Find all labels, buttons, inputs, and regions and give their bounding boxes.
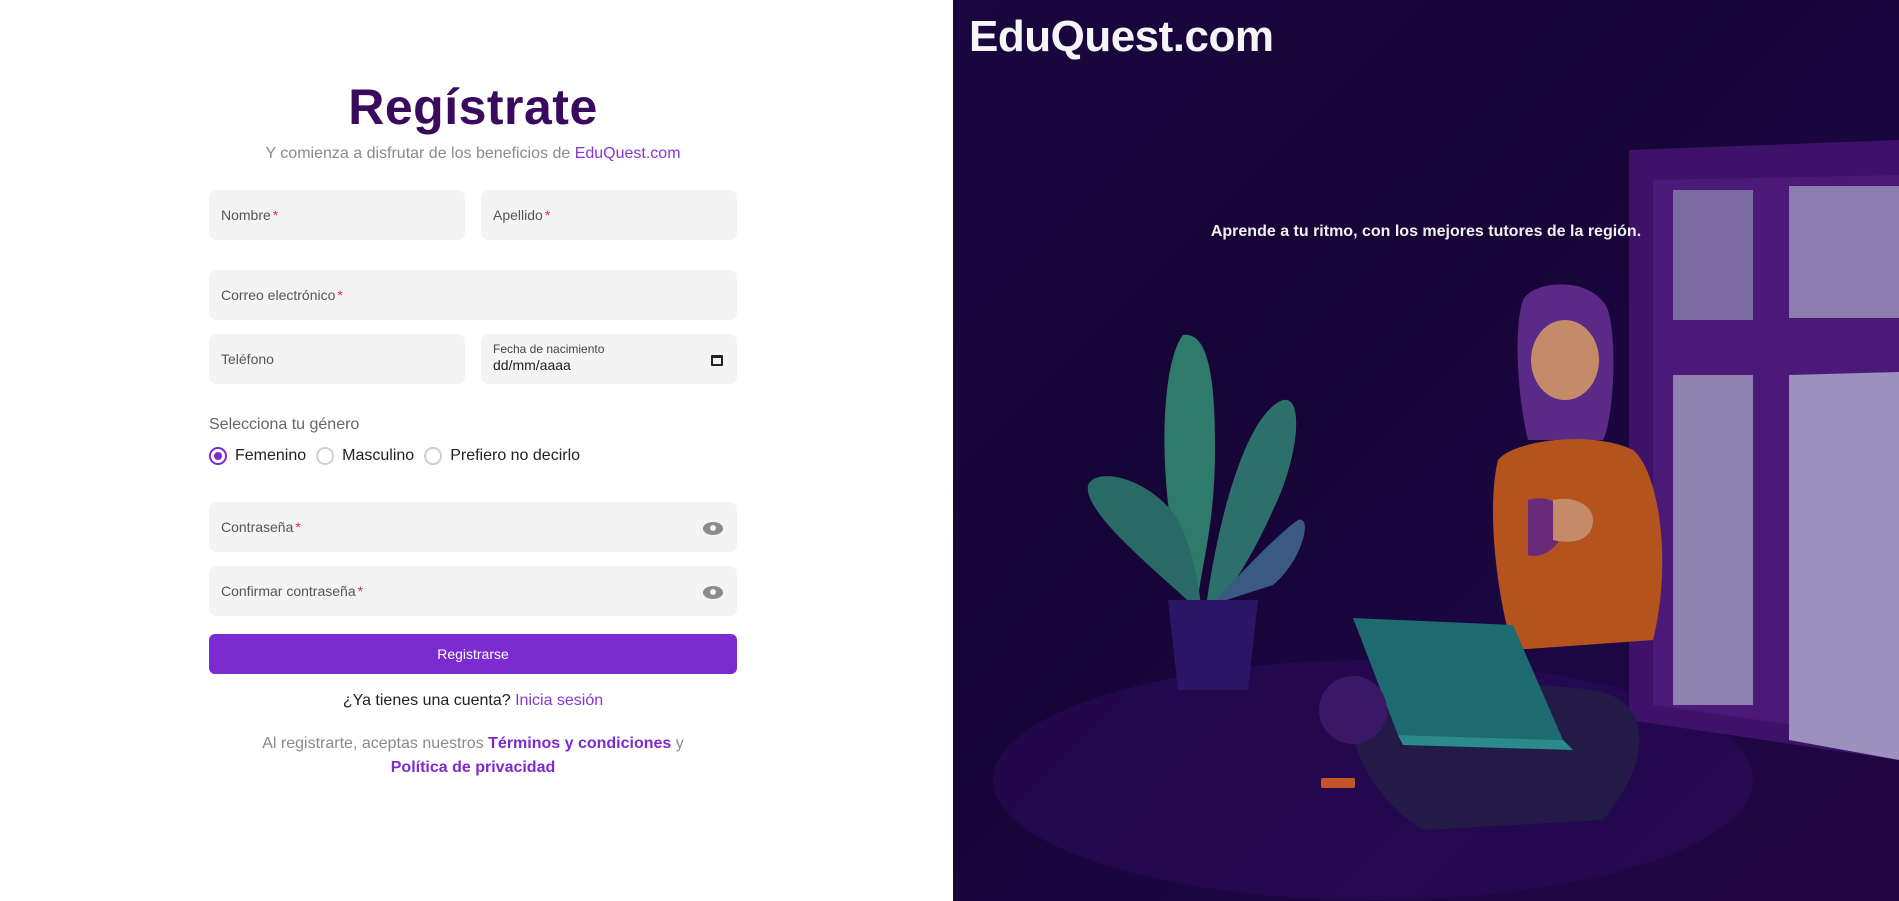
- password-label: Contraseña *: [221, 519, 301, 535]
- page-title: Regístrate: [348, 79, 598, 135]
- radio-femenino[interactable]: [209, 447, 227, 465]
- login-prompt-text: ¿Ya tienes una cuenta?: [342, 692, 511, 709]
- last-name-field[interactable]: Apellido *: [481, 190, 737, 240]
- terms-link[interactable]: Términos y condiciones: [488, 735, 671, 752]
- hero-illustration: [993, 140, 1899, 900]
- phone-label: Teléfono: [221, 351, 274, 367]
- birthdate-label: Fecha de nacimiento: [493, 342, 605, 356]
- eye-icon[interactable]: [703, 586, 723, 599]
- login-link[interactable]: Inicia sesión: [515, 692, 603, 709]
- floor-object: [1321, 778, 1355, 788]
- radio-prefiero[interactable]: [424, 447, 443, 465]
- gender-options: Femenino Masculino Prefiero no decirlo: [209, 447, 590, 465]
- birthdate-value: dd/mm/aaaa: [493, 357, 571, 373]
- registration-panel: Regístrate Y comienza a disfrutar de los…: [0, 0, 953, 901]
- radio-label-femenino[interactable]: Femenino: [235, 447, 306, 465]
- radio-masculino[interactable]: [316, 447, 335, 465]
- terms-prefix: Al registrarte, aceptas nuestros: [262, 735, 484, 752]
- login-prompt: ¿Ya tienes una cuenta? Inicia sesión: [0, 692, 946, 710]
- last-name-label: Apellido *: [493, 207, 551, 223]
- hero-tagline: Aprende a tu ritmo, con los mejores tuto…: [1210, 223, 1642, 240]
- password-field[interactable]: Contraseña *: [209, 502, 737, 552]
- terms-join: y: [675, 735, 684, 752]
- subtitle-brand: EduQuest.com: [574, 145, 681, 162]
- person-illustration: [1319, 284, 1663, 830]
- radio-label-masculino[interactable]: Masculino: [342, 447, 414, 465]
- radio-label-prefiero[interactable]: Prefiero no decirlo: [450, 447, 580, 465]
- gender-question: Selecciona tu género: [209, 416, 360, 433]
- hero-panel: EduQuest.com Aprende a tu ritmo, con los…: [953, 0, 1899, 901]
- email-label: Correo electrónico *: [221, 287, 343, 303]
- subtitle-text: Y comienza a disfrutar de los beneficios…: [265, 145, 571, 162]
- page-subtitle: Y comienza a disfrutar de los beneficios…: [0, 145, 946, 163]
- confirm-password-field[interactable]: Confirmar contraseña *: [209, 566, 737, 616]
- brand-logo: EduQuest.com: [969, 12, 1274, 61]
- birthdate-field[interactable]: Fecha de nacimiento dd/mm/aaaa: [481, 334, 737, 384]
- eye-icon[interactable]: [703, 522, 723, 535]
- calendar-icon[interactable]: [711, 355, 723, 366]
- first-name-field[interactable]: Nombre *: [209, 190, 465, 240]
- plant-illustration: [1087, 334, 1305, 690]
- privacy-link[interactable]: Política de privacidad: [391, 759, 556, 776]
- register-button[interactable]: Registrarse: [209, 634, 737, 674]
- first-name-label: Nombre *: [221, 207, 279, 223]
- phone-field[interactable]: Teléfono: [209, 334, 465, 384]
- terms-notice: Al registrarte, aceptas nuestros Término…: [209, 732, 737, 780]
- confirm-password-label: Confirmar contraseña *: [221, 583, 364, 599]
- email-field[interactable]: Correo electrónico *: [209, 270, 737, 320]
